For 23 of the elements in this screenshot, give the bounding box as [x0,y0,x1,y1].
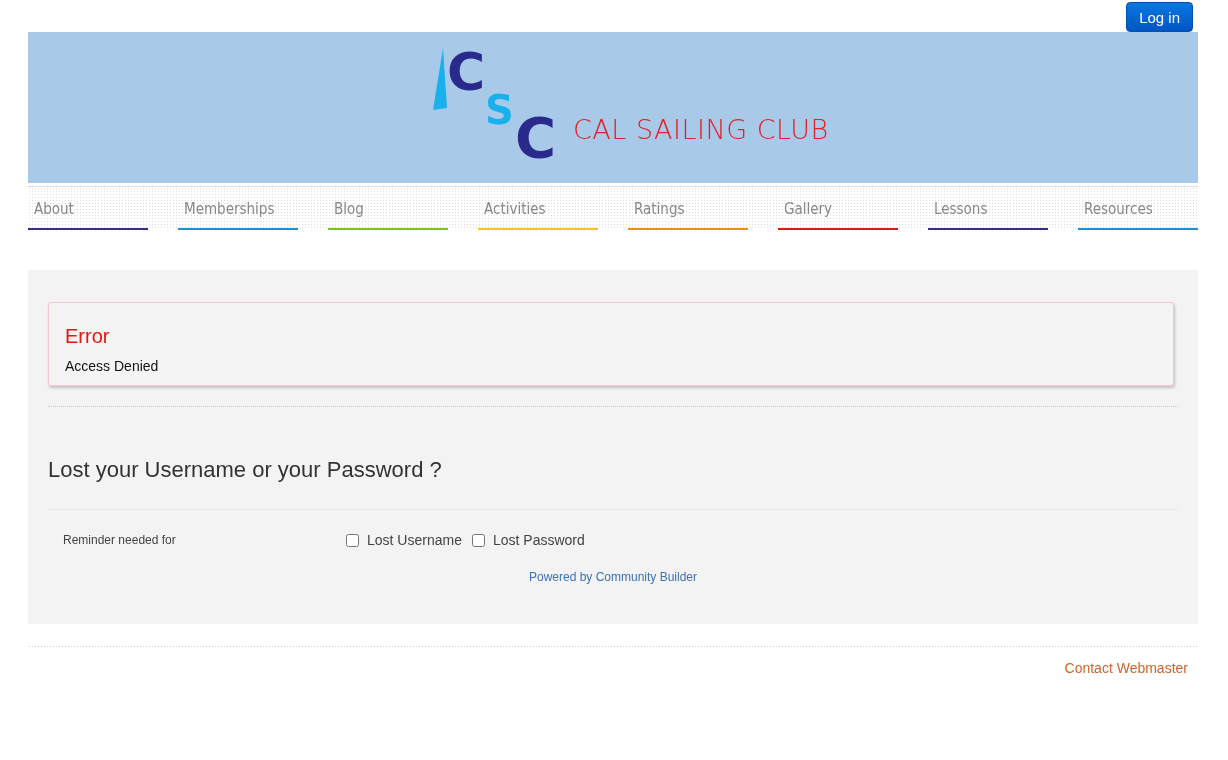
nav-link[interactable]: Ratings [628,187,748,230]
field-label: Reminder needed for [63,533,177,547]
checkbox-option[interactable]: Lost Password [471,532,585,548]
nav-link[interactable]: Activities [478,187,598,230]
checkbox-option[interactable]: Lost Username [346,532,462,548]
nav-link[interactable]: About [28,187,148,230]
checkbox[interactable] [471,533,485,547]
powered-by-link[interactable]: Powered by Community Builder [528,570,698,584]
error-title: Error [65,325,111,348]
logo-letter: C [447,46,486,98]
logo-letter: C [515,110,557,166]
nav-link[interactable]: Lessons [928,187,1048,230]
contact-link[interactable]: Contact Webmaster [1064,660,1188,676]
club-name: CAL SAILING CLUB [573,114,829,145]
nav-link[interactable]: Resources [1078,187,1198,230]
checkbox[interactable] [346,533,359,547]
login-button[interactable]: Log in [1126,2,1193,32]
error-message: Access Denied [65,358,160,374]
logo-letter: S [485,90,514,130]
form-heading: Lost your Username or your Password ? [48,457,443,483]
nav-link[interactable]: Blog [328,187,448,230]
nav-link[interactable]: Memberships [178,187,298,230]
nav-link[interactable]: Gallery [778,187,898,230]
